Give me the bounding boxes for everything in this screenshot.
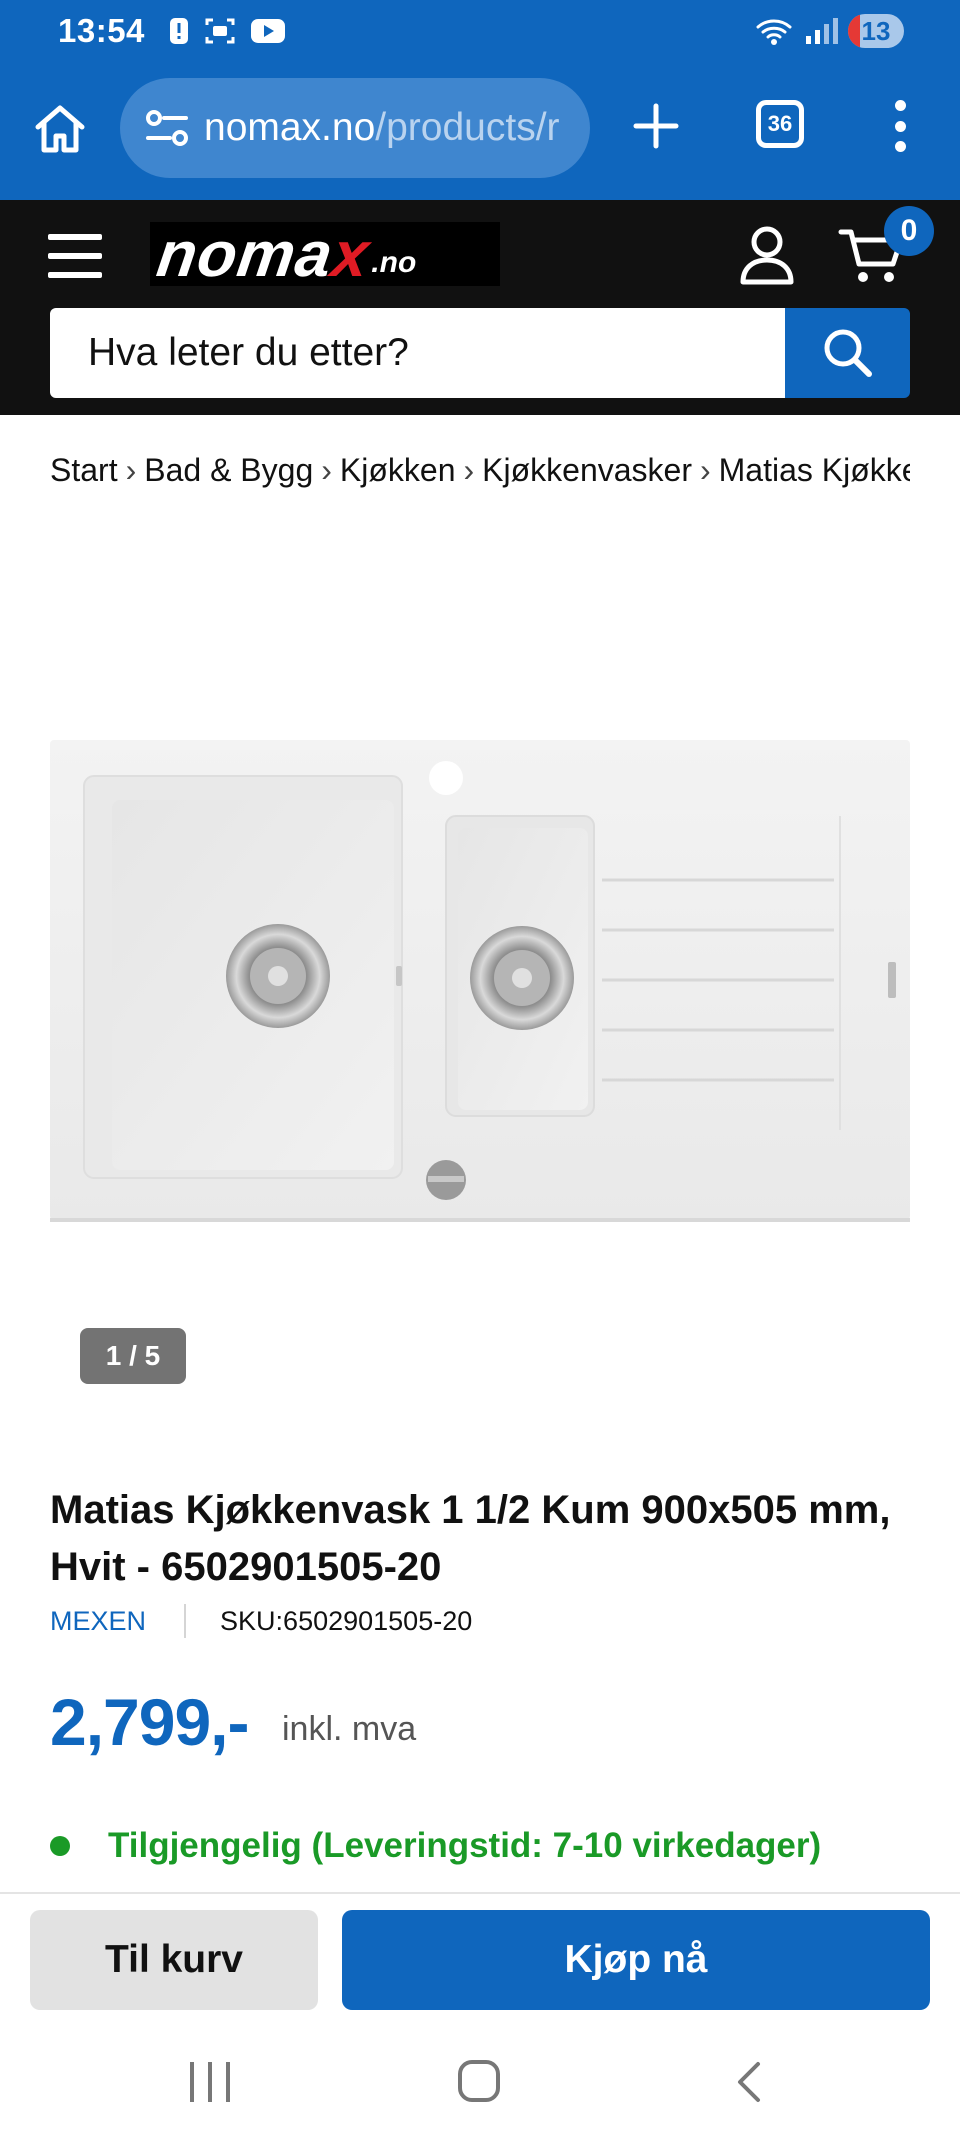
breadcrumb-start[interactable]: Start (50, 452, 118, 488)
kitchen-sink-image[interactable] (50, 740, 910, 1230)
nomax-logo[interactable]: nomax .no (150, 222, 500, 286)
address-bar[interactable]: nomax.no/products/r (120, 78, 590, 178)
search-bar (50, 308, 910, 398)
url-path: /products/r (375, 106, 560, 149)
wifi-icon (756, 19, 792, 45)
product-image-gallery[interactable] (50, 740, 910, 1230)
signal-icon (806, 18, 838, 44)
search-input[interactable] (50, 308, 785, 398)
search-button[interactable] (785, 308, 910, 398)
in-stock-dot-icon (50, 1836, 70, 1856)
status-notification-icons (168, 16, 286, 46)
meta-divider (184, 1604, 187, 1638)
site-header: nomax .no 0 (0, 200, 960, 415)
vat-note: inkl. mva (282, 1710, 417, 1748)
system-navigation-bar (0, 2024, 960, 2140)
product-title: Matias Kjøkkenvask 1 1/2 Kum 900x505 mm,… (50, 1488, 891, 1589)
browser-menu-icon[interactable] (880, 94, 920, 158)
sku-text: SKU:6502901505-20 (220, 1605, 473, 1636)
tab-switcher-button[interactable]: 36 (756, 100, 804, 148)
logo-tld: .no (371, 246, 417, 279)
status-bar: 13:54 13 (0, 0, 960, 64)
breadcrumb-bad-bygg[interactable]: Bad & Bygg (144, 452, 313, 488)
status-time: 13:54 (58, 12, 145, 49)
breadcrumb: Start › Bad & Bygg › Kjøkken › Kjøkkenvasker › M… (50, 452, 910, 489)
home-circle-icon[interactable] (458, 2060, 500, 2102)
product-meta: MEXEN SKU:6502901505-20 (50, 1604, 472, 1638)
account-icon[interactable] (738, 224, 796, 286)
site-settings-icon[interactable] (140, 100, 196, 156)
buy-now-button[interactable]: Kjøp nå (342, 1910, 930, 2010)
url-text: nomax.no/products/r (204, 106, 560, 150)
search-icon (824, 329, 872, 377)
logo-wordmark: nomax (152, 222, 375, 286)
breadcrumb-separator: › (125, 452, 137, 488)
tab-count: 36 (767, 111, 793, 136)
brand-link[interactable]: MEXEN (50, 1606, 146, 1637)
recent-apps-icon[interactable] (190, 2062, 230, 2102)
breadcrumb-separator: › (699, 452, 711, 488)
menu-icon[interactable] (48, 234, 102, 278)
url-host: nomax.no (204, 106, 376, 149)
product-price: 2,799,- (50, 1685, 249, 1759)
battery-indicator: 13 (848, 14, 904, 48)
availability-status: Tilgjengelig (Leveringstid: 7-10 virkeda… (50, 1826, 821, 1866)
add-to-cart-button[interactable]: Til kurv (30, 1910, 318, 2010)
browser-toolbar: nomax.no/products/r 36 (0, 64, 960, 200)
breadcrumb-kjokken[interactable]: Kjøkken (340, 452, 456, 488)
breadcrumb-current: Matias Kjøkkenvask 1 1/2 Kum 900x505 mm,… (718, 452, 910, 488)
alert-icon (170, 18, 188, 44)
breadcrumb-kjokkenvasker[interactable]: Kjøkkenvasker (482, 452, 692, 488)
screenshot-icon (205, 18, 235, 44)
back-icon[interactable] (730, 2058, 770, 2106)
home-icon[interactable] (30, 100, 90, 160)
image-counter: 1 / 5 (80, 1328, 186, 1384)
cart-count-badge: 0 (884, 206, 934, 256)
breadcrumb-separator: › (321, 452, 332, 488)
new-tab-icon[interactable] (630, 100, 682, 152)
sticky-buy-bar: Til kurv Kjøp nå (0, 1892, 960, 2024)
breadcrumb-separator: › (463, 452, 475, 488)
availability-text: Tilgjengelig (Leveringstid: 7-10 virkeda… (108, 1826, 822, 1865)
status-system-icons: 13 (754, 14, 904, 48)
youtube-icon (251, 19, 285, 43)
